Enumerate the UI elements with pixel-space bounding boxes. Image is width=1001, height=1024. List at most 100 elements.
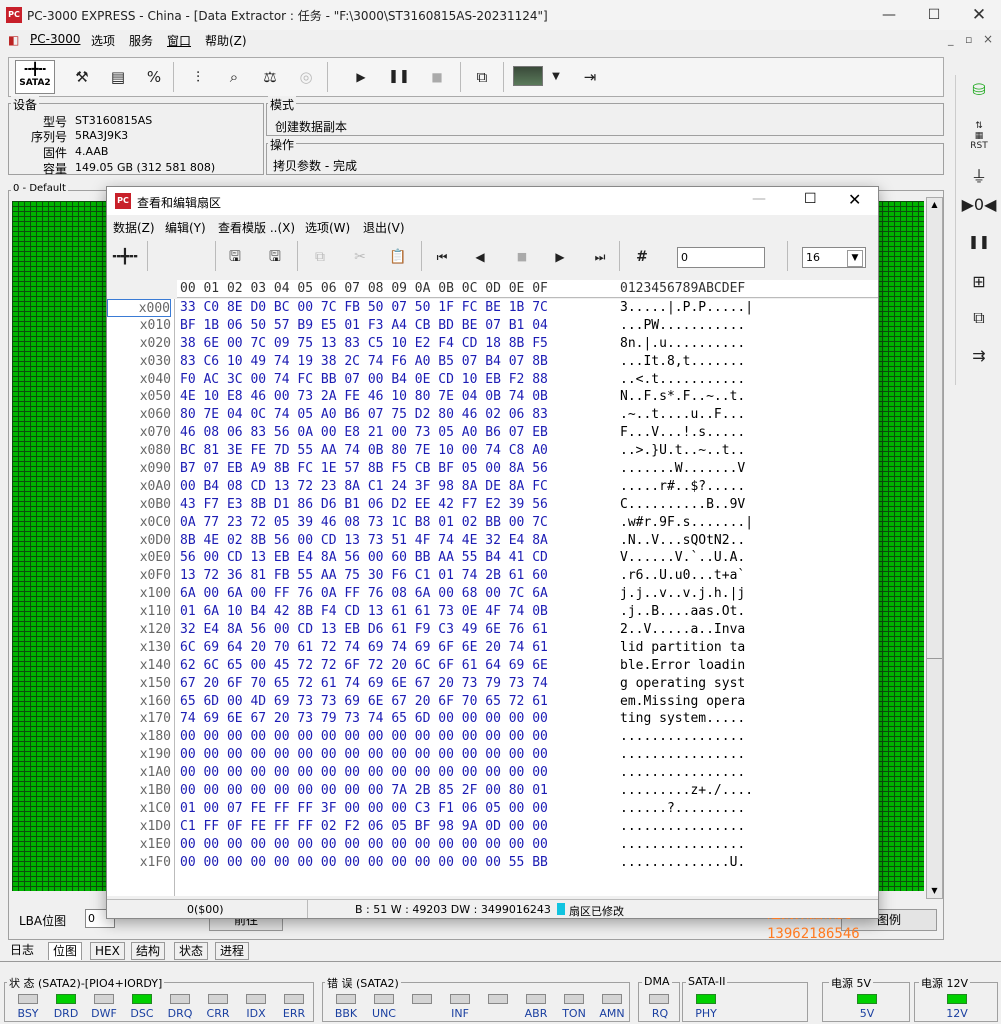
row-hex-bytes[interactable]: C1 FF 0F FE FF FF 02 F2 06 05 BF 98 9A 0…: [180, 818, 620, 836]
tab-hex[interactable]: HEX: [90, 942, 125, 960]
menu-window[interactable]: 窗口: [167, 32, 191, 49]
row-hex-bytes[interactable]: 32 E4 8A 56 00 CD 13 EB D6 61 F9 C3 49 6…: [180, 621, 620, 639]
row-ascii[interactable]: ................: [620, 746, 780, 764]
reset-icon[interactable]: ⇅ ▦ RST: [959, 121, 999, 151]
row-hex-bytes[interactable]: 00 00 00 00 00 00 00 00 00 00 00 00 00 0…: [180, 836, 620, 854]
stop-icon[interactable]: ■: [422, 61, 452, 93]
row-hex-bytes[interactable]: 00 B4 08 CD 13 72 23 8A C1 24 3F 98 8A D…: [180, 478, 620, 496]
row-ascii[interactable]: ......?.........: [620, 800, 780, 818]
dialog-maximize-icon[interactable]: ☐: [804, 191, 817, 207]
connector-icon[interactable]: ⇉: [959, 346, 999, 376]
dialog-minimize-icon[interactable]: —: [752, 191, 766, 207]
tab-log[interactable]: 日志: [6, 942, 38, 960]
row-ascii[interactable]: ble.Error loadin: [620, 657, 780, 675]
row-hex-bytes[interactable]: 6C 69 64 20 70 61 72 74 69 74 69 6F 6E 2…: [180, 639, 620, 657]
row-ascii[interactable]: C..........B..9V: [620, 496, 780, 514]
row-hex-bytes[interactable]: 0A 77 23 72 05 39 46 08 73 1C B8 01 02 B…: [180, 514, 620, 532]
firmware-icon[interactable]: ▤: [103, 61, 133, 93]
row-hex-bytes[interactable]: 56 00 CD 13 EB E4 8A 56 00 60 BB AA 55 B…: [180, 549, 620, 567]
row-ascii[interactable]: lid partition ta: [620, 639, 780, 657]
copy-icon[interactable]: ⧉: [959, 308, 999, 338]
row-ascii[interactable]: .w#r.9F.s.......|: [620, 514, 780, 532]
dialog-menu-options[interactable]: 选项(W): [305, 219, 350, 236]
row-hex-bytes[interactable]: 00 00 00 00 00 00 00 00 00 7A 2B 85 2F 0…: [180, 782, 620, 800]
row-ascii[interactable]: ..<.t...........: [620, 371, 780, 389]
dialog-menu-template[interactable]: 查看模版 ..(X): [218, 219, 295, 236]
row-ascii[interactable]: ting system.....: [620, 710, 780, 728]
percent-icon[interactable]: %: [139, 61, 169, 93]
row-ascii[interactable]: ...It.8,t.......: [620, 353, 780, 371]
columns-select[interactable]: 16 ▼: [802, 247, 866, 268]
head-map-icon[interactable]: ⫶: [183, 61, 213, 93]
mdi-restore-icon[interactable]: ▫: [965, 33, 972, 46]
menu-help[interactable]: 帮助(Z): [205, 32, 247, 49]
row-ascii[interactable]: 8n.|.u..........: [620, 335, 780, 353]
row-hex-bytes[interactable]: 01 6A 10 B4 42 8B F4 CD 13 61 61 73 0E 4…: [180, 603, 620, 621]
row-ascii[interactable]: V......V.`..U.A.: [620, 549, 780, 567]
chevron-down-icon[interactable]: ▼: [847, 250, 863, 267]
ascii-column[interactable]: 3.....|.P.P.....| ...PW........... 8n.|.u.…: [620, 299, 780, 872]
tab-process[interactable]: 进程: [215, 942, 250, 960]
close-icon[interactable]: ✕: [956, 0, 1001, 30]
write-sector-icon[interactable]: 🖫: [262, 245, 288, 269]
row-ascii[interactable]: em.Missing opera: [620, 693, 780, 711]
first-sector-icon[interactable]: ⏮: [429, 245, 455, 269]
menu-options[interactable]: 选项: [91, 32, 115, 49]
play-icon[interactable]: ▶: [346, 61, 376, 93]
dialog-menu-edit[interactable]: 编辑(Y): [165, 219, 206, 236]
power-plug-icon[interactable]: ⏚: [959, 163, 999, 193]
row-ascii[interactable]: .......W.......V: [620, 460, 780, 478]
row-hex-bytes[interactable]: 83 C6 10 49 74 19 38 2C 74 F6 A0 B5 07 B…: [180, 353, 620, 371]
row-hex-bytes[interactable]: 6A 00 6A 00 FF 76 0A FF 76 08 6A 00 68 0…: [180, 585, 620, 603]
picture-icon[interactable]: [513, 66, 543, 86]
chevron-down-icon[interactable]: ▼: [541, 61, 571, 93]
mdi-minimize-icon[interactable]: _: [948, 33, 954, 46]
row-ascii[interactable]: 3.....|.P.P.....|: [620, 299, 780, 317]
row-ascii[interactable]: ................: [620, 728, 780, 746]
pause-icon[interactable]: ❚❚: [384, 61, 414, 93]
tools-icon[interactable]: ⚒: [67, 61, 97, 93]
row-hex-bytes[interactable]: 00 00 00 00 00 00 00 00 00 00 00 00 00 0…: [180, 854, 620, 872]
row-hex-bytes[interactable]: 00 00 00 00 00 00 00 00 00 00 00 00 00 0…: [180, 728, 620, 746]
row-hex-bytes[interactable]: 74 69 6E 67 20 73 79 73 74 65 6D 00 00 0…: [180, 710, 620, 728]
dialog-menu-exit[interactable]: 退出(V): [363, 219, 405, 236]
row-hex-bytes[interactable]: 00 00 00 00 00 00 00 00 00 00 00 00 00 0…: [180, 746, 620, 764]
database-icon[interactable]: ⛁: [959, 80, 999, 110]
hex-bytes-column[interactable]: 33 C0 8E D0 BC 00 7C FB 50 07 50 1F FC B…: [180, 299, 620, 872]
row-ascii[interactable]: ................: [620, 764, 780, 782]
row-hex-bytes[interactable]: 01 00 07 FE FF FF 3F 00 00 00 C3 F1 06 0…: [180, 800, 620, 818]
row-ascii[interactable]: .N..V...sQOtN2..: [620, 532, 780, 550]
dialog-close-icon[interactable]: ✕: [848, 190, 861, 209]
dialog-menu-data[interactable]: 数据(Z): [113, 219, 155, 236]
minimize-icon[interactable]: —: [866, 0, 912, 30]
row-hex-bytes[interactable]: 67 20 6F 70 65 72 61 74 69 6E 67 20 73 7…: [180, 675, 620, 693]
row-ascii[interactable]: ................: [620, 818, 780, 836]
tree-icon[interactable]: ⊞: [959, 272, 999, 302]
tab-status[interactable]: 状态: [174, 942, 209, 960]
row-hex-bytes[interactable]: 46 08 06 83 56 0A 00 E8 21 00 73 05 A0 B…: [180, 424, 620, 442]
search-binoculars-icon[interactable]: ⌕: [219, 61, 249, 93]
menu-pc3000[interactable]: PC-3000: [30, 32, 80, 46]
scales-icon[interactable]: ⚖: [255, 61, 285, 93]
row-hex-bytes[interactable]: BF 1B 06 50 57 B9 E5 01 F3 A4 CB BD BE 0…: [180, 317, 620, 335]
cut-icon[interactable]: ✂: [347, 245, 373, 269]
row-ascii[interactable]: j.j..v..v.j.h.|j: [620, 585, 780, 603]
voltage-icon[interactable]: ▶0◀: [959, 195, 999, 225]
row-ascii[interactable]: ...PW...........: [620, 317, 780, 335]
row-hex-bytes[interactable]: 4E 10 E8 46 00 73 2A FE 46 10 80 7E 04 0…: [180, 388, 620, 406]
row-ascii[interactable]: ..............U.: [620, 854, 780, 872]
maximize-icon[interactable]: ☐: [911, 0, 957, 30]
row-ascii[interactable]: ..>.}U.t..~..t..: [620, 442, 780, 460]
row-hex-bytes[interactable]: 38 6E 00 7C 09 75 13 83 C5 10 E2 F4 CD 1…: [180, 335, 620, 353]
row-hex-bytes[interactable]: 80 7E 04 0C 74 05 A0 B6 07 75 D2 80 46 0…: [180, 406, 620, 424]
pause-icon[interactable]: ❚❚: [959, 235, 999, 265]
row-ascii[interactable]: .........z+./....: [620, 782, 780, 800]
goto-hash-icon[interactable]: #: [629, 245, 655, 269]
row-hex-bytes[interactable]: 65 6D 00 4D 69 73 73 69 6E 67 20 6F 70 6…: [180, 693, 620, 711]
row-ascii[interactable]: .r6..U.u0...t+a`: [620, 567, 780, 585]
disk-icon[interactable]: ◎: [291, 61, 321, 93]
menu-service[interactable]: 服务: [129, 32, 153, 49]
row-ascii[interactable]: ................: [620, 836, 780, 854]
last-sector-icon[interactable]: ⏭: [587, 245, 613, 269]
row-hex-bytes[interactable]: 8B 4E 02 8B 56 00 CD 13 73 51 4F 74 4E 3…: [180, 532, 620, 550]
